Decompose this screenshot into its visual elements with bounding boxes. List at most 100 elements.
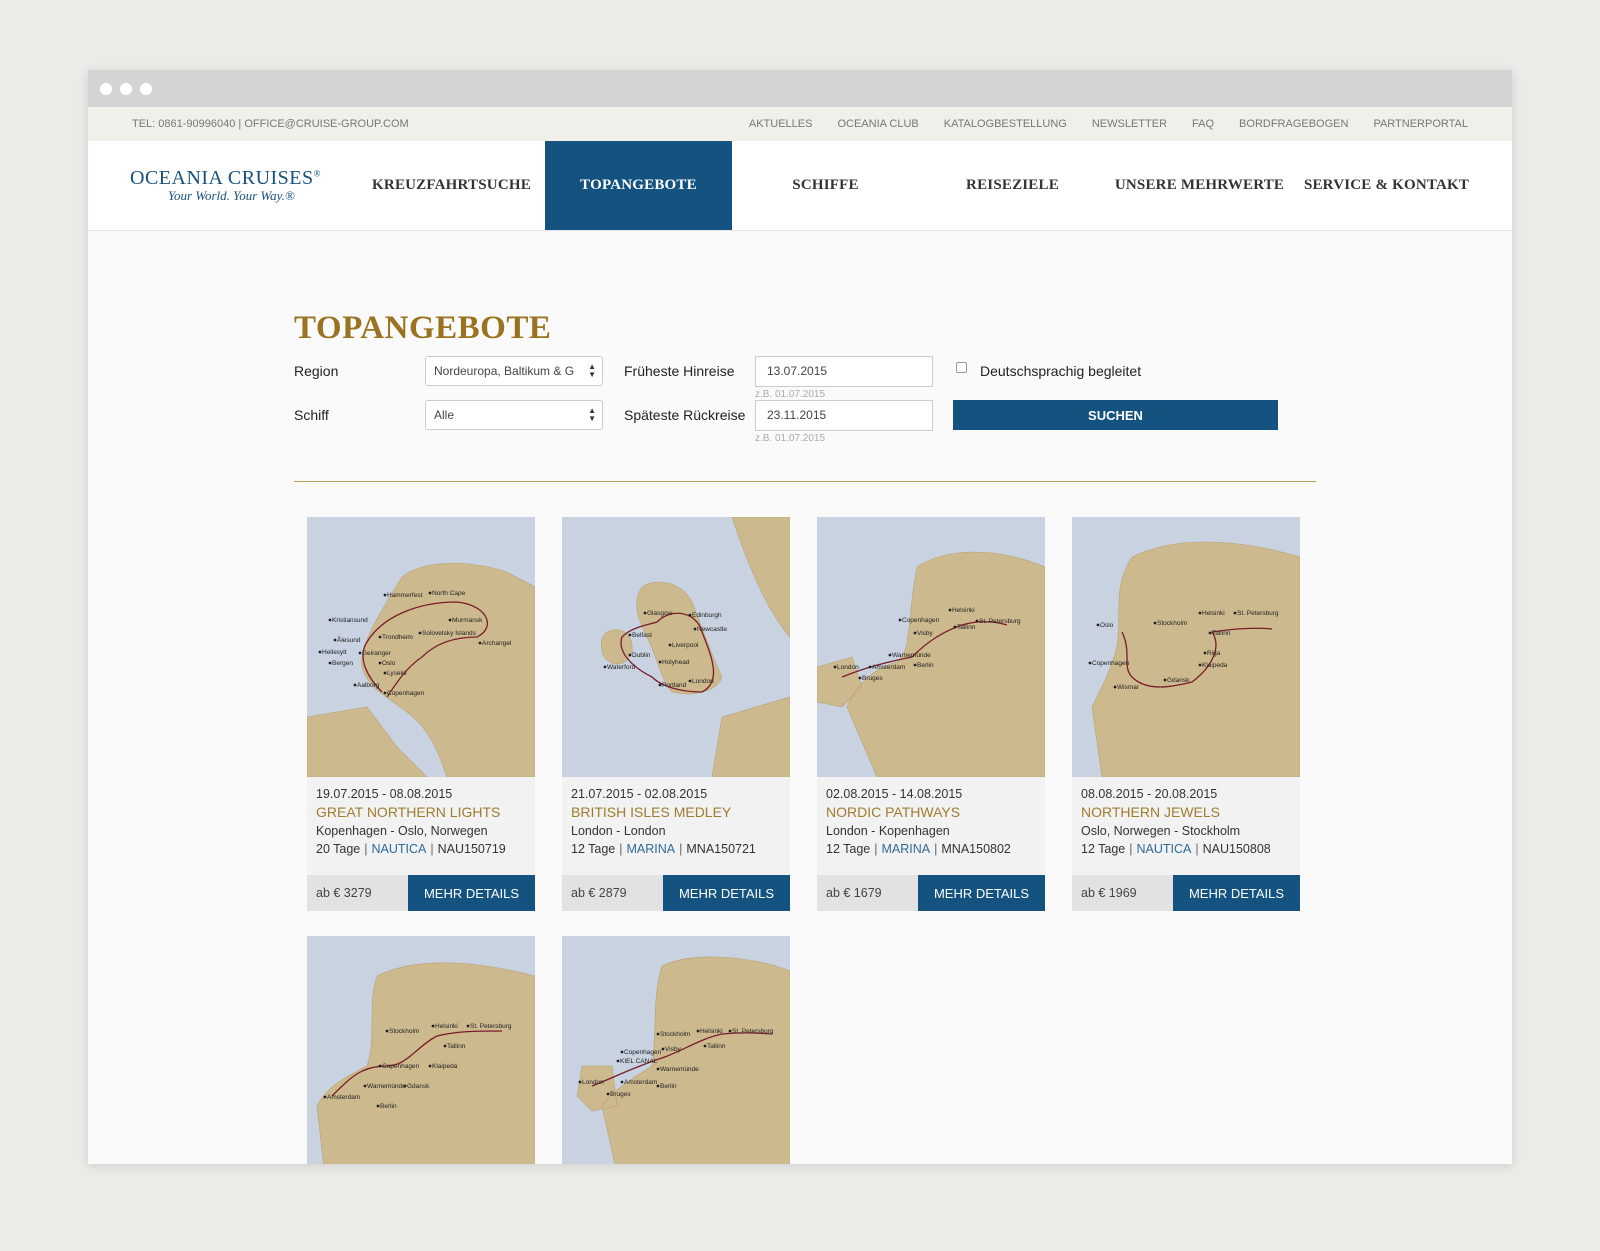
nav-unsere-mehrwerte[interactable]: UNSERE MEHRWERTE [1106, 141, 1293, 230]
german-escort-checkbox[interactable] [956, 362, 967, 373]
port-marker [383, 671, 387, 675]
select-arrows-icon: ▲ ▼ [588, 362, 596, 379]
port-label: Dublin [632, 652, 651, 659]
offer-price: ab € 1969 [1072, 875, 1173, 911]
port-label: Riga [1207, 650, 1221, 657]
offer-title[interactable]: NORTHERN JEWELS [1081, 804, 1291, 820]
port-marker [418, 631, 422, 635]
port-marker [1113, 685, 1117, 689]
toplink-katalogbestellung[interactable]: KATALOGBESTELLUNG [944, 118, 1067, 130]
offer-ship-link[interactable]: MARINA [627, 842, 676, 856]
offer-ship-link[interactable]: NAUTICA [1137, 842, 1192, 856]
region-select[interactable]: Nordeuropa, Baltikum & G ▲ ▼ [425, 356, 603, 386]
port-label: Waterford [607, 664, 636, 671]
offer-code: NAU150719 [437, 842, 506, 856]
search-form: Region Nordeuropa, Baltikum & G ▲ ▼ Frühe… [294, 356, 1316, 481]
port-marker [703, 1044, 707, 1048]
toplink-aktuelles[interactable]: AKTUELLES [749, 118, 813, 130]
port-label: KIEL CANAL [620, 1058, 658, 1065]
port-label: St. Petersburg [470, 1023, 512, 1030]
offer-dates: 02.08.2015 - 14.08.2015 [826, 787, 963, 801]
window-minimize-dot[interactable] [120, 83, 132, 95]
route-map: Oslo Stockholm Helsinki St. Petersburg Talli… [1072, 517, 1300, 777]
port-marker [328, 661, 332, 665]
toplink-faq[interactable]: FAQ [1192, 118, 1214, 130]
region-label: Region [294, 363, 339, 379]
port-marker [868, 665, 872, 669]
more-details-button[interactable]: MEHR DETAILS [408, 875, 535, 911]
route-map-image[interactable]: Helsinki St. Petersburg Copenhagen Visby Tal… [817, 517, 1045, 777]
port-marker [428, 591, 432, 595]
port-label: Hammerfest [387, 592, 423, 599]
offer-info: 02.08.2015 - 14.08.2015 NORDIC PATHWAYS Lo… [817, 777, 1045, 875]
port-marker [1088, 661, 1092, 665]
offer-title[interactable]: NORDIC PATHWAYS [826, 804, 1036, 820]
toplink-bordfragebogen[interactable]: BORDFRAGEBOGEN [1239, 118, 1348, 130]
route-map: Stockholm Helsinki St. Petersburg Copenhage… [562, 936, 790, 1164]
nav-service-kontakt[interactable]: SERVICE & KONTAKT [1293, 141, 1480, 230]
nav-schiffe[interactable]: SCHIFFE [732, 141, 919, 230]
offer-info: 19.07.2015 - 08.08.2015 GREAT NORTHERN LI… [307, 777, 535, 875]
offer-ship-link[interactable]: NAUTICA [372, 842, 427, 856]
latest-return-input[interactable]: 23.11.2015 [755, 400, 933, 431]
port-label: Tallinn [1212, 630, 1231, 637]
port-marker [363, 1084, 367, 1088]
route-map: Stockholm Helsinki St. Petersburg Tallinn Co… [307, 936, 535, 1164]
logo-wordmark: OCEANIA CRUISES® [130, 167, 358, 190]
port-marker [323, 1095, 327, 1099]
port-marker [376, 1104, 380, 1108]
port-marker [428, 1064, 432, 1068]
nav-reiseziele[interactable]: REISEZIELE [919, 141, 1106, 230]
port-label: Newcastle [697, 626, 727, 633]
port-marker [620, 1050, 624, 1054]
port-marker [1208, 631, 1212, 635]
offer-card: Hammerfest North Cape Kristiansund Murmansk… [307, 517, 535, 911]
browser-window: TEL: 0861-90996040 | OFFICE@CRUISE-GROUP… [88, 70, 1512, 1164]
port-label: Ålesund [337, 635, 361, 644]
offer-meta: 12 Tage | MARINA | MNA150802 [826, 842, 1036, 856]
port-label: Oslo [1100, 622, 1114, 629]
port-label: Amsterdam [327, 1094, 360, 1101]
port-label: Trondheim [382, 634, 413, 641]
route-map-image[interactable]: Stockholm Helsinki St. Petersburg Copenhage… [562, 936, 790, 1164]
nav-kreuzfahrtsuche[interactable]: KREUZFAHRTSUCHE [358, 141, 545, 230]
route-map-image[interactable]: Hammerfest North Cape Kristiansund Murmansk… [307, 517, 535, 777]
nav-topangebote[interactable]: TOPANGEBOTE [545, 141, 732, 230]
offer-ship-link[interactable]: MARINA [882, 842, 931, 856]
offer-dates: 21.07.2015 - 02.08.2015 [571, 787, 708, 801]
logo-name: OCEANIA CRUISES [130, 167, 314, 189]
more-details-button[interactable]: MEHR DETAILS [918, 875, 1045, 911]
port-label: London [582, 1079, 604, 1086]
more-details-button[interactable]: MEHR DETAILS [1173, 875, 1300, 911]
port-marker [378, 635, 382, 639]
toplink-partnerportal[interactable]: PARTNERPORTAL [1373, 118, 1468, 130]
route-map-image[interactable]: Stockholm Helsinki St. Petersburg Tallinn Co… [307, 936, 535, 1164]
window-maximize-dot[interactable] [140, 83, 152, 95]
port-label: Warnemünde [660, 1066, 699, 1073]
offer-title[interactable]: BRITISH ISLES MEDLEY [571, 804, 781, 820]
more-details-button[interactable]: MEHR DETAILS [663, 875, 790, 911]
offer-title[interactable]: GREAT NORTHERN LIGHTS [316, 804, 526, 820]
earliest-departure-input[interactable]: 13.07.2015 [755, 356, 933, 387]
window-close-dot[interactable] [100, 83, 112, 95]
offer-footer: ab € 3279 MEHR DETAILS [307, 875, 535, 911]
ship-select[interactable]: Alle ▲ ▼ [425, 400, 603, 430]
port-label: Visby [917, 630, 934, 637]
main-content: TOPANGEBOTE Region Nordeuropa, Baltikum … [294, 305, 1316, 1164]
port-marker [693, 627, 697, 631]
port-marker [353, 683, 357, 687]
toplink-newsletter[interactable]: NEWSLETTER [1092, 118, 1167, 130]
contact-info[interactable]: TEL: 0861-90996040 | OFFICE@CRUISE-GROUP… [132, 118, 724, 130]
port-label: Wismar [1117, 684, 1140, 691]
route-map-image[interactable]: Glasgow Edinburgh Newcastle Belfast Liverpoo… [562, 517, 790, 777]
site-logo[interactable]: OCEANIA CRUISES® Your World. Your Way.® [88, 141, 358, 230]
port-label: St. Petersburg [732, 1028, 774, 1035]
port-marker [661, 1047, 665, 1051]
port-marker [668, 643, 672, 647]
port-label: Copenhagen [1092, 660, 1130, 667]
route-map-image[interactable]: Oslo Stockholm Helsinki St. Petersburg Talli… [1072, 517, 1300, 777]
search-button[interactable]: SUCHEN [953, 400, 1278, 430]
offer-footer: ab € 1969 MEHR DETAILS [1072, 875, 1300, 911]
port-label: Amsterdam [624, 1079, 657, 1086]
toplink-oceania-club[interactable]: OCEANIA CLUB [837, 118, 918, 130]
